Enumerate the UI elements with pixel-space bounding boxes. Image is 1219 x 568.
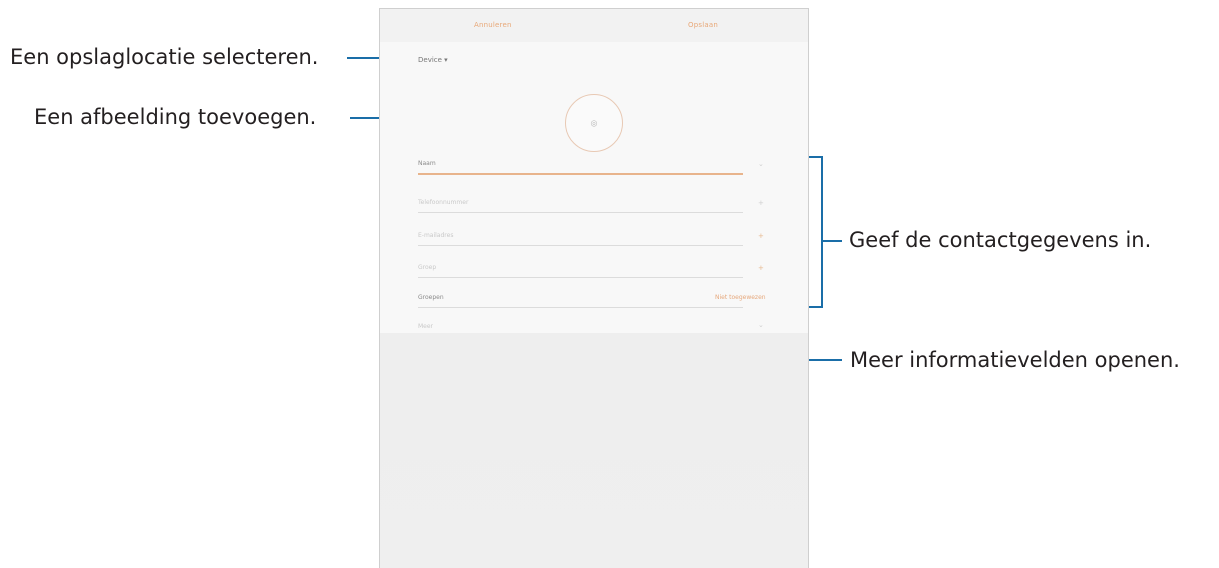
group-field-underline <box>418 277 743 278</box>
callout-add-image: Een afbeelding toevoegen. <box>34 105 317 129</box>
contact-form: Device ▾ ◎ Naam ⌄ Telefoonnummer + E-mai… <box>380 42 808 333</box>
group-field-label[interactable]: Groep <box>418 264 436 271</box>
name-field-label[interactable]: Naam <box>418 160 436 167</box>
email-field-label[interactable]: E-mailadres <box>418 232 453 239</box>
save-button[interactable]: Opslaan <box>688 21 718 29</box>
name-expand-icon[interactable]: ⌄ <box>758 160 764 168</box>
callout-bracket-vertical <box>821 156 823 308</box>
top-action-bar: Annuleren Opslaan <box>380 9 808 42</box>
callout-storage-location: Een opslaglocatie selecteren. <box>10 45 319 69</box>
more-fields-label[interactable]: Meer <box>418 323 433 330</box>
name-field-underline <box>418 173 743 175</box>
email-field-underline <box>418 245 743 246</box>
phone-add-icon[interactable]: + <box>758 199 764 207</box>
storage-location-dropdown[interactable]: Device ▾ <box>418 56 448 64</box>
more-expand-icon[interactable]: ⌄ <box>758 321 764 329</box>
email-add-icon[interactable]: + <box>758 232 764 240</box>
callout-line-contact <box>822 240 842 242</box>
groups-label[interactable]: Groepen <box>418 294 444 301</box>
phone-field-label[interactable]: Telefoonnummer <box>418 199 468 206</box>
phone-field-underline <box>418 212 743 213</box>
groups-underline <box>418 307 743 308</box>
callout-contact-details: Geef de contactgegevens in. <box>849 228 1152 252</box>
groups-value[interactable]: Niet toegewezen <box>715 294 766 301</box>
callout-more-fields: Meer informatievelden openen. <box>850 348 1180 372</box>
group-add-icon[interactable]: + <box>758 264 764 272</box>
cancel-button[interactable]: Annuleren <box>474 21 512 29</box>
add-image-button[interactable]: ◎ <box>565 94 623 152</box>
camera-icon: ◎ <box>590 118 598 128</box>
device-screen: Annuleren Opslaan Device ▾ ◎ Naam ⌄ Tele… <box>379 8 809 568</box>
